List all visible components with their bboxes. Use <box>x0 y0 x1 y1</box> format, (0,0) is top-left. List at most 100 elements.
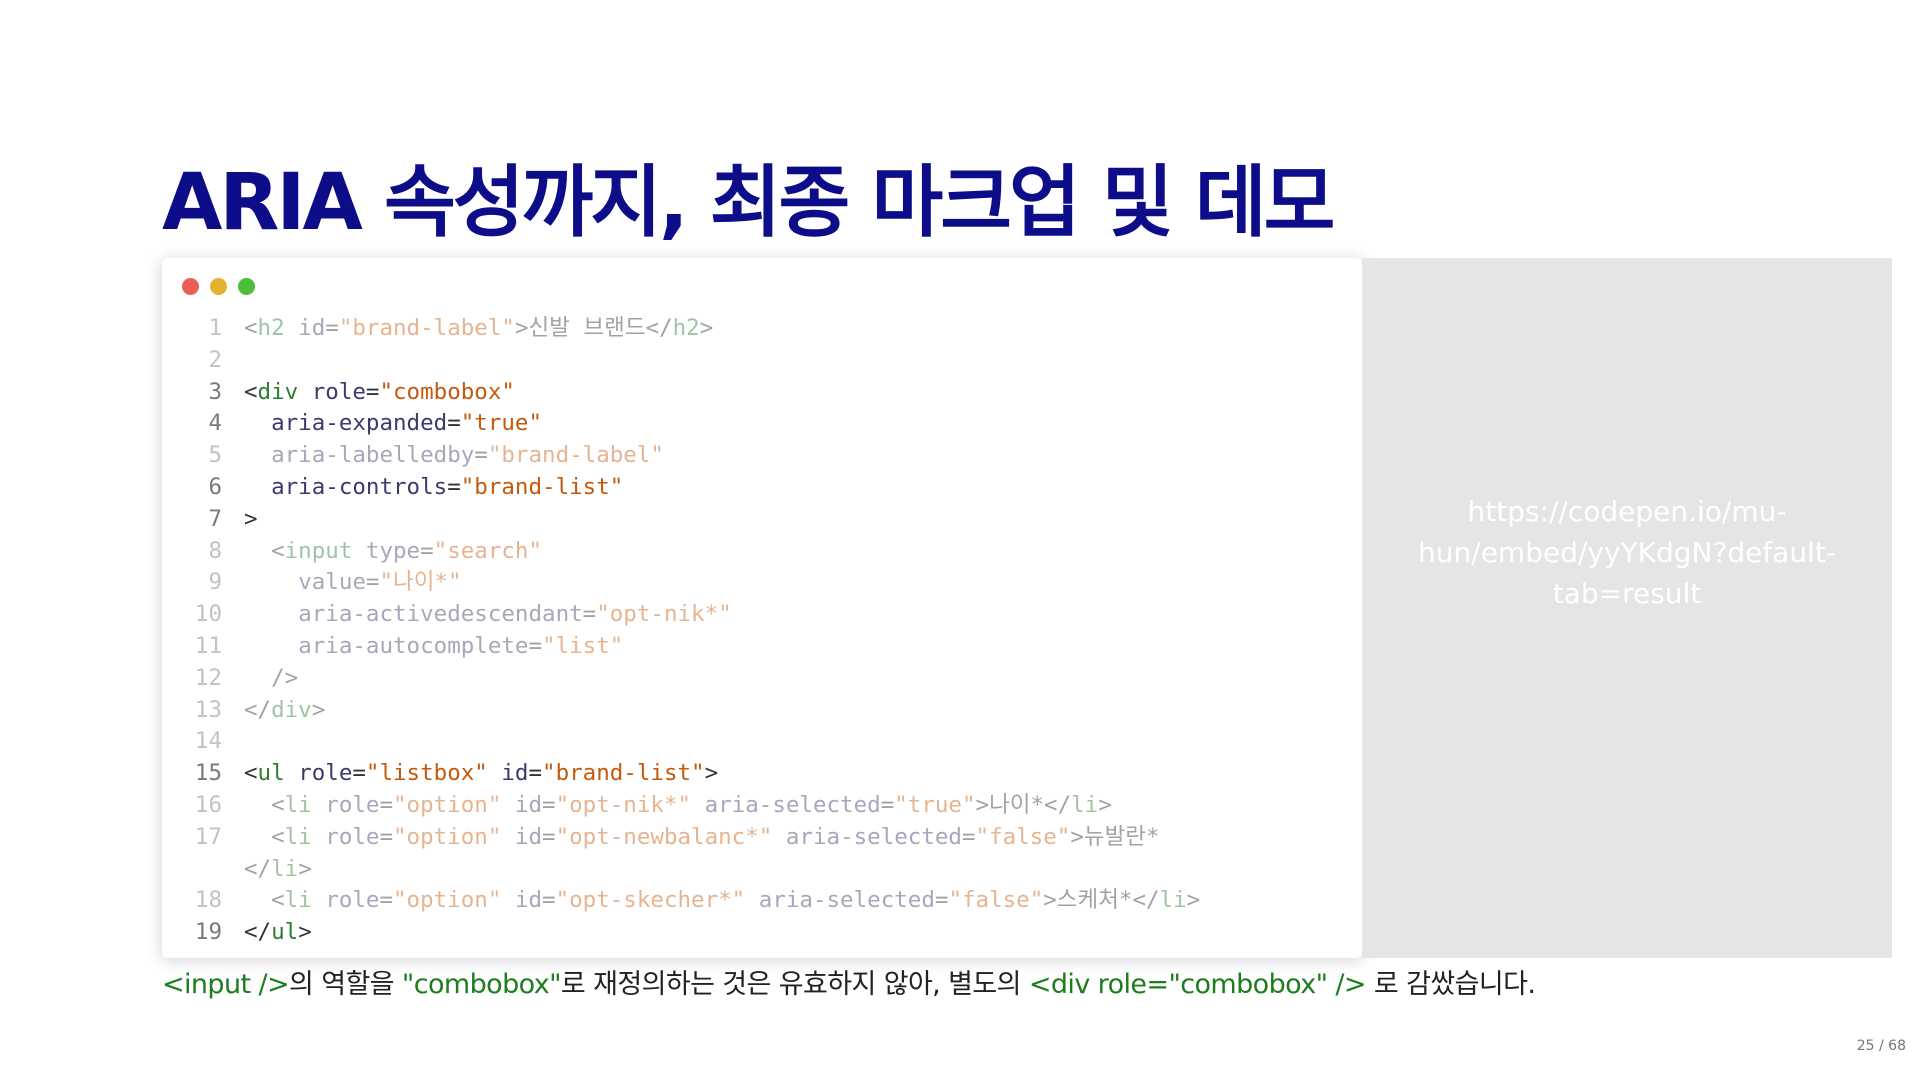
code-text: aria-expanded="true" <box>244 408 542 440</box>
line-number: 4 <box>208 410 222 437</box>
line-number: 1 <box>208 315 222 341</box>
code-text: /> <box>244 663 298 695</box>
code-token: >스케처*</ <box>1043 887 1160 914</box>
code-token: value <box>298 569 366 596</box>
code-token: "brand-list" <box>542 760 705 787</box>
code-token: aria-selected <box>758 887 935 914</box>
code-token: < <box>244 760 258 787</box>
code-token: li <box>1159 887 1187 914</box>
code-token: = <box>582 601 597 628</box>
code-token: = <box>352 760 366 787</box>
code-token: "true" <box>894 791 976 818</box>
line-number: 9 <box>208 569 222 596</box>
code-token: "brand-label" <box>487 442 664 469</box>
code-token: li <box>284 823 312 850</box>
line-number: 15 <box>194 760 222 787</box>
code-text: <ul role="listbox" id="brand-list"> <box>244 758 718 790</box>
code-line: 15 <ul role="listbox" id="brand-list"> <box>178 758 1348 790</box>
code-token: = <box>934 887 949 914</box>
code-line: 1 <h2 id="brand-label">신발 브랜드</h2> <box>178 313 1348 345</box>
code-token: aria-selected <box>704 791 881 818</box>
code-token: "search" <box>433 537 543 564</box>
code-token: > <box>699 315 714 341</box>
code-token: li <box>1071 791 1099 818</box>
minimize-dot <box>210 278 227 295</box>
code-line: 11 aria-autocomplete="list" <box>178 631 1348 663</box>
code-window: 1 <h2 id="brand-label">신발 브랜드</h2> 2 3 <div… <box>162 258 1362 958</box>
code-token: div <box>257 378 299 405</box>
slide-title: ARIA 속성까지, 최종 마크업 및 데모 <box>162 158 1335 248</box>
caption-text: 로 감쌌습니다. <box>1365 969 1536 1000</box>
code-token: > <box>244 505 258 532</box>
code-token: id <box>514 887 543 914</box>
line-number: 7 <box>208 505 222 532</box>
code-token: "combobox" <box>379 378 515 405</box>
code-token: aria-labelledby <box>271 442 475 469</box>
code-line: </li> <box>178 854 1348 886</box>
line-number: 19 <box>194 919 222 946</box>
close-dot <box>182 278 199 295</box>
caption: <input />의 역할을 "combobox"로 재정의하는 것은 유효하지… <box>162 962 1536 1001</box>
code-token: "false" <box>975 823 1071 850</box>
code-token: aria-activedescendant <box>298 601 583 628</box>
code-token: "false" <box>948 887 1044 914</box>
code-token: </ <box>244 855 272 882</box>
code-text: <div role="combobox" <box>244 377 515 409</box>
code-token: >뉴발란* <box>1070 823 1160 850</box>
line-number <box>178 854 244 886</box>
code-line: 5 aria-labelledby="brand-label" <box>178 440 1348 472</box>
code-token: id <box>514 823 543 850</box>
code-token: h2 <box>672 315 700 341</box>
caption-text: 로 재정의하는 것은 유효하지 않아, 별도의 <box>560 969 1029 1000</box>
code-line: 19 </ul> <box>178 917 1348 949</box>
code-text: </div> <box>244 695 325 727</box>
code-token: role <box>298 760 353 787</box>
code-line: 18 <li role="option" id="opt-skecher*" a… <box>178 885 1348 917</box>
code-token: = <box>379 791 394 818</box>
code-token: li <box>284 791 312 818</box>
code-token: = <box>365 569 380 596</box>
code-token: = <box>542 887 556 914</box>
code-text: aria-autocomplete="list" <box>244 631 623 663</box>
code-token: id <box>501 760 529 787</box>
code-token: = <box>379 887 394 914</box>
code-token: "opt-nik*" <box>596 601 732 628</box>
code-token: aria-autocomplete <box>298 632 529 659</box>
code-token: >나이*</ <box>975 791 1072 818</box>
code-token: /> <box>244 664 299 691</box>
embed-url[interactable]: https://codepen.io/mu-hun/embed/yyYKdgN?… <box>1392 491 1862 614</box>
code-token: "opt-nik*" <box>555 791 692 818</box>
code-line: 4 aria-expanded="true" <box>178 408 1348 440</box>
code-text: > <box>244 504 258 536</box>
code-token: "option" <box>393 823 502 850</box>
code-line: 6 aria-controls="brand-list" <box>178 472 1348 504</box>
code-token: "option" <box>393 791 502 818</box>
code-text: <input type="search" <box>244 536 542 568</box>
line-number: 2 <box>208 346 222 373</box>
code-token: role <box>325 823 380 850</box>
code-token: "opt-newbalanc*" <box>555 823 773 850</box>
line-number: 5 <box>208 442 222 469</box>
codepen-embed-placeholder[interactable]: https://codepen.io/mu-hun/embed/yyYKdgN?… <box>1362 258 1892 958</box>
code-token: = <box>542 823 556 850</box>
code-line: 7 > <box>178 504 1348 536</box>
code-token: = <box>961 823 976 850</box>
code-token: li <box>271 855 299 882</box>
code-text: aria-activedescendant="opt-nik*" <box>244 599 732 631</box>
code-token: role <box>311 378 366 405</box>
code-token: "brand-list" <box>460 473 624 500</box>
code-token: = <box>420 537 434 564</box>
window-controls <box>182 278 255 295</box>
code-token: = <box>447 473 461 500</box>
